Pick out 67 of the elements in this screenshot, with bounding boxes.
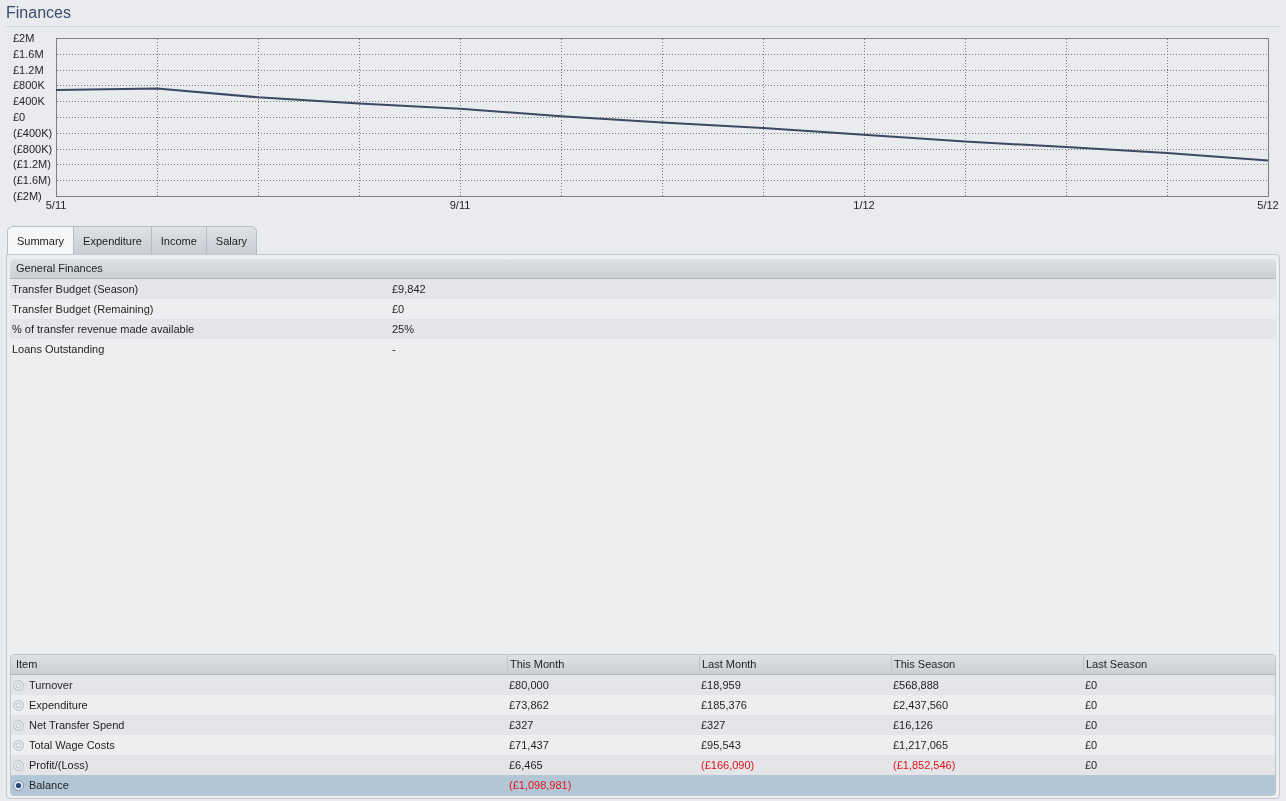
axis-label: (£400K) bbox=[13, 126, 53, 139]
axis-label: £400K bbox=[13, 95, 45, 108]
radio-button[interactable] bbox=[13, 719, 24, 731]
column-header: Last Season bbox=[1083, 655, 1275, 674]
axis-label: (£800K) bbox=[13, 142, 53, 155]
radio-button[interactable] bbox=[13, 759, 24, 771]
axis-label: £0 bbox=[13, 111, 26, 123]
row-label: Turnover bbox=[29, 678, 73, 693]
page-title: Finances bbox=[6, 3, 71, 23]
radio-button[interactable] bbox=[13, 679, 24, 691]
row-label: Total Wage Costs bbox=[29, 738, 115, 753]
tab[interactable]: Income bbox=[150, 227, 206, 254]
axis-label: £1.6M bbox=[13, 47, 44, 60]
row-label: Expenditure bbox=[29, 698, 88, 713]
table-cell: £0 bbox=[1085, 759, 1098, 771]
row-label: Profit/(Loss) bbox=[29, 758, 89, 773]
axis-label: £2M bbox=[13, 32, 35, 44]
row-value: £9,842 bbox=[392, 282, 426, 297]
row-label: Transfer Budget (Season) bbox=[12, 282, 140, 297]
tab[interactable]: Salary bbox=[205, 227, 257, 254]
table-cell: £0 bbox=[1085, 679, 1098, 691]
axis-label: 9/11 bbox=[449, 199, 471, 211]
table-cell: £2,437,560 bbox=[893, 699, 949, 711]
axis-label: (£1.6M) bbox=[13, 174, 51, 187]
axis-label: (£2M) bbox=[13, 190, 42, 202]
table-cell: £0 bbox=[1085, 739, 1098, 751]
table-cell: (£166,090) bbox=[701, 759, 755, 771]
table-cell: £6,465 bbox=[509, 759, 543, 771]
section-header: General Finances bbox=[10, 259, 1276, 279]
radio-button[interactable] bbox=[13, 739, 24, 751]
table-cell: (£1,098,981) bbox=[509, 779, 572, 791]
table-cell: £568,888 bbox=[893, 679, 939, 691]
axis-label: 1/12 bbox=[853, 199, 875, 211]
tab[interactable]: Expenditure bbox=[73, 227, 151, 254]
row-label: Loans Outstanding bbox=[12, 342, 106, 357]
table-cell: £18,959 bbox=[701, 679, 741, 691]
row-label: % of transfer revenue made available bbox=[12, 322, 196, 337]
row-label: Net Transfer Spend bbox=[29, 718, 125, 733]
table-cell: £0 bbox=[1085, 699, 1098, 711]
axis-label: (£1.2M) bbox=[13, 158, 51, 171]
column-header: Last Month bbox=[699, 655, 891, 674]
row-label: Transfer Budget (Remaining) bbox=[12, 302, 155, 317]
radio-button[interactable] bbox=[13, 779, 24, 791]
table-cell: £0 bbox=[1085, 719, 1098, 731]
row-value: - bbox=[392, 342, 396, 357]
tab[interactable]: Summary bbox=[8, 227, 74, 254]
axis-label: £1.2M bbox=[13, 63, 44, 76]
table-cell: £327 bbox=[701, 719, 726, 731]
table-cell: £95,543 bbox=[701, 739, 741, 751]
column-header: This Month bbox=[507, 655, 699, 674]
axis-label: 5/11 bbox=[45, 199, 67, 211]
row-value: 25% bbox=[392, 322, 415, 337]
table-cell: £1,217,065 bbox=[893, 739, 949, 751]
column-header: This Season bbox=[891, 655, 1083, 674]
table-cell: (£1,852,546) bbox=[893, 759, 956, 771]
column-header: Item bbox=[15, 657, 39, 672]
row-label: Balance bbox=[29, 778, 69, 793]
row-value: £0 bbox=[392, 302, 405, 317]
radio-button[interactable] bbox=[13, 699, 24, 711]
table-cell: £185,376 bbox=[701, 699, 747, 711]
axis-label: £800K bbox=[13, 79, 45, 92]
table-cell: £16,126 bbox=[893, 719, 933, 731]
table-cell: £71,437 bbox=[509, 739, 549, 751]
table-cell: £80,000 bbox=[509, 679, 549, 691]
axis-label: 5/12 bbox=[1257, 199, 1279, 211]
table-cell: £73,862 bbox=[509, 699, 549, 711]
table-cell: £327 bbox=[509, 719, 534, 731]
